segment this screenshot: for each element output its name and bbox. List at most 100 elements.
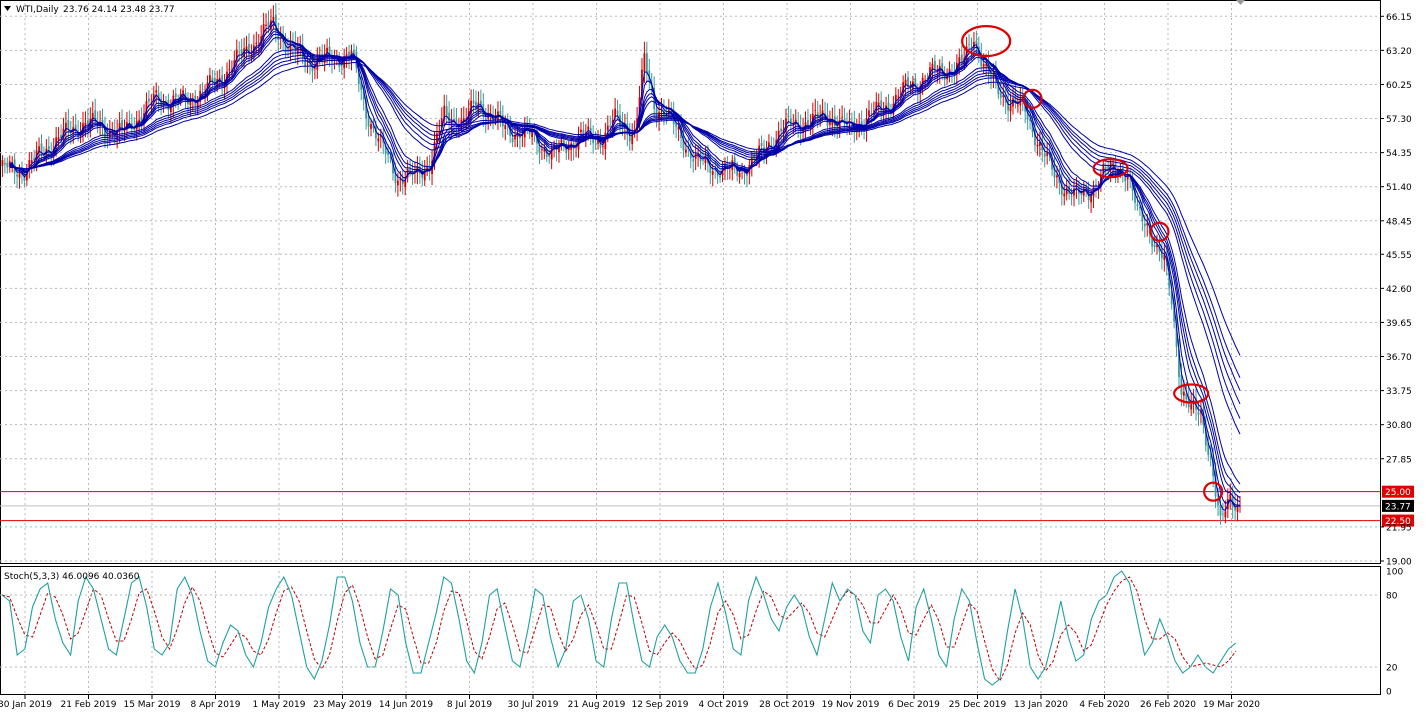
stoch-tick-label: 80: [1386, 592, 1398, 602]
candle-body: [1143, 223, 1146, 227]
candle-body: [238, 51, 241, 53]
candle-body: [377, 138, 380, 142]
price-tick-label: 39.65: [1386, 319, 1412, 329]
candle-body: [738, 172, 741, 178]
candle-body: [1070, 196, 1073, 198]
time-tick-label: 4 Oct 2019: [699, 700, 749, 710]
time-tick-label: 14 Jun 2019: [379, 700, 433, 710]
stoch-tick-label: 20: [1386, 664, 1398, 674]
candle-body: [1036, 144, 1039, 147]
horizontal-levels[interactable]: 25.0022.5023.77: [0, 485, 1414, 527]
candle-body: [353, 49, 355, 53]
candle-body: [594, 140, 597, 142]
candle-body: [968, 43, 970, 45]
candle-body: [1229, 494, 1232, 499]
candle-body: [897, 96, 900, 98]
candle-body: [306, 63, 309, 65]
candle-body: [711, 171, 714, 175]
price-tick-label: 45.55: [1386, 251, 1412, 261]
time-tick-label: 21 Feb 2019: [60, 700, 116, 710]
price-tick-label: 60.25: [1386, 81, 1412, 91]
candle-body: [580, 129, 582, 133]
candle-body: [841, 116, 844, 118]
candle-body: [511, 138, 514, 143]
candle-body: [829, 122, 831, 125]
candle-body: [472, 100, 475, 104]
candle-body: [30, 160, 33, 163]
candle-body: [982, 63, 985, 67]
candle-body: [1016, 105, 1019, 107]
price-tick-label: 63.20: [1386, 47, 1412, 57]
candle-body: [313, 68, 316, 69]
time-tick-label: 6 Dec 2019: [888, 700, 940, 710]
candle-body: [6, 162, 9, 168]
candle-body: [760, 142, 763, 146]
price-tick-label: 19.00: [1386, 558, 1412, 568]
candle-body: [128, 120, 131, 122]
candle-body: [1043, 153, 1046, 157]
candle-body: [645, 53, 648, 73]
candle-body: [445, 106, 448, 115]
time-tick-label: 30 Jul 2019: [508, 700, 559, 710]
time-tick-label: 19 Mar 2020: [1203, 700, 1260, 710]
price-tick-label: 21.95: [1386, 523, 1412, 533]
time-tick-label: 23 May 2019: [313, 700, 372, 710]
candle-body: [1190, 404, 1193, 410]
price-tick-label: 48.45: [1386, 217, 1412, 227]
candle-body: [265, 24, 267, 26]
candle-body: [789, 118, 792, 126]
candle-body: [345, 54, 348, 57]
time-tick-label: 26 Feb 2020: [1140, 700, 1196, 710]
stoch-tick-label: 100: [1386, 568, 1403, 578]
candle-body: [196, 102, 199, 109]
candle-body: [975, 40, 978, 44]
candle-body: [121, 120, 123, 129]
candle-body: [1182, 391, 1185, 396]
candle-body: [540, 149, 543, 151]
candle-body: [304, 61, 307, 67]
candle-body: [602, 146, 604, 147]
ohlc-values: 23.76 24.14 23.48 23.77: [63, 5, 175, 15]
candle-body: [479, 100, 482, 105]
candle-body: [1009, 104, 1012, 112]
time-tick-label: 4 Feb 2020: [1079, 700, 1130, 710]
candle-body: [1224, 511, 1227, 518]
candle-body: [870, 112, 873, 114]
time-tick-label: 25 Dec 2019: [949, 700, 1007, 710]
stoch-header: Stoch(5,3,3) 46.0096 40.0360: [4, 572, 140, 582]
candle-body: [174, 93, 177, 97]
candle-body: [814, 110, 817, 112]
time-tick-label: 8 Jul 2019: [447, 700, 492, 710]
candle-body: [155, 90, 158, 93]
time-tick-label: 8 Apr 2019: [191, 700, 241, 710]
price-tick-label: 51.40: [1386, 183, 1412, 193]
candle-body: [182, 90, 184, 93]
time-tick-label: 12 Sep 2019: [631, 700, 688, 710]
candle-body: [3, 162, 6, 165]
candle-body: [807, 119, 809, 127]
candle-body: [211, 77, 214, 82]
candle-body: [396, 180, 399, 186]
candle-body: [147, 98, 150, 102]
price-tick-label: 27.85: [1386, 455, 1412, 465]
price-tick-label: 57.30: [1386, 115, 1412, 125]
candle-body: [16, 174, 18, 177]
time-tick-label: 1 May 2019: [253, 700, 306, 710]
stoch-tick-label: 0: [1386, 688, 1392, 698]
candle-body: [609, 125, 612, 127]
time-tick-label: 30 Jan 2019: [0, 700, 52, 710]
candle-body: [1063, 193, 1066, 197]
candle-body: [531, 132, 534, 138]
candle-body: [685, 149, 687, 153]
candle-body: [643, 53, 646, 72]
price-tick-label: 42.60: [1386, 285, 1412, 295]
candle-body: [1046, 152, 1049, 156]
current-price-label: 23.77: [1385, 502, 1411, 512]
candle-body: [1222, 513, 1224, 515]
price-tick-label: 36.70: [1386, 353, 1412, 363]
price-tick-label: 30.80: [1386, 421, 1412, 431]
candle-body: [606, 125, 609, 131]
candle-body: [504, 125, 507, 130]
time-tick-label: 13 Jan 2020: [1014, 700, 1068, 710]
trading-chart[interactable]: 25.0022.5023.77 66.15 63.20 60.25 57.30 54.3…: [0, 0, 1427, 717]
